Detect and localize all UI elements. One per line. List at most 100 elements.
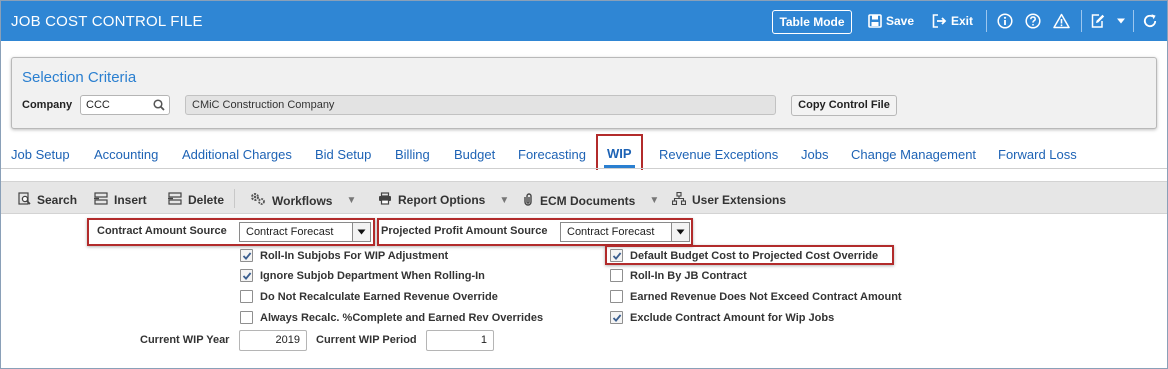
copy-control-file-button[interactable]: Copy Control File [791,95,897,116]
company-label: Company [22,99,73,111]
current-wip-year-input[interactable]: 2019 [239,330,307,351]
chevron-down-icon[interactable] [1112,12,1130,30]
edit-page-icon[interactable] [1089,12,1107,30]
chevron-down-icon: ▼ [649,195,660,206]
ecm-documents-menu[interactable]: ECM Documents ▼ [522,192,659,209]
tab-divider [1,168,1167,169]
workflows-menu[interactable]: Workflows ▼ [250,192,356,209]
delete-label: Delete [188,193,225,207]
tab-billing[interactable]: Billing [395,147,430,162]
help-icon[interactable] [1024,12,1042,30]
do-not-recalculate-checkbox[interactable]: Do Not Recalculate Earned Revenue Overri… [240,290,498,303]
contract-amount-source-value: Contract Forecast [246,226,334,238]
current-wip-period-label: Current WIP Period [316,334,417,346]
save-button[interactable]: Save [868,11,914,31]
checkbox-label: Roll-In By JB Contract [630,269,747,282]
checkbox-checked-icon[interactable] [610,249,623,262]
search-button[interactable]: Search [18,192,77,208]
warning-icon[interactable] [1052,12,1070,30]
user-extensions-label: User Extensions [692,193,787,207]
toolbar: Search Insert Delete Workflows ▼ Report … [1,181,1167,214]
app-title: JOB COST CONTROL FILE [11,13,203,30]
search-icon[interactable] [153,99,165,117]
checkbox-label: Roll-In Subjobs For WIP Adjustment [260,249,449,262]
checkbox-unchecked-icon[interactable] [610,269,623,282]
save-label: Save [886,14,915,28]
tab-wip[interactable]: WIP [596,134,643,170]
checkbox-checked-icon[interactable] [610,311,623,324]
selection-criteria-title: Selection Criteria [22,69,137,86]
save-icon [868,14,882,28]
tab-bid-setup[interactable]: Bid Setup [315,147,371,162]
user-extensions-button[interactable]: User Extensions [671,191,787,208]
toolbar-divider [234,189,235,208]
checkbox-unchecked-icon[interactable] [610,290,623,303]
earned-revenue-not-exceed-checkbox[interactable]: Earned Revenue Does Not Exceed Contract … [610,290,902,303]
checkbox-label: Always Recalc. %Complete and Earned Rev … [260,311,544,324]
checkbox-unchecked-icon[interactable] [240,290,253,303]
always-recalc-checkbox[interactable]: Always Recalc. %Complete and Earned Rev … [240,311,543,324]
report-options-label: Report Options [398,193,486,207]
roll-in-by-jb-contract-checkbox[interactable]: Roll-In By JB Contract [610,269,747,282]
info-icon[interactable] [996,12,1014,30]
printer-icon [378,192,392,208]
checkbox-label: Ignore Subjob Department When Rolling-In [260,269,485,282]
dropdown-arrow-icon[interactable] [671,223,689,241]
report-options-menu[interactable]: Report Options ▼ [378,192,509,208]
current-wip-year-label: Current WIP Year [140,334,230,346]
chevron-down-icon: ▼ [346,195,357,206]
insert-row-icon [94,192,108,208]
checkbox-label: Earned Revenue Does Not Exceed Contract … [630,290,902,303]
insert-label: Insert [114,193,147,207]
chevron-down-icon: ▼ [499,194,510,206]
exit-button[interactable]: Exit [932,11,973,31]
selection-criteria-panel: Selection Criteria Company CCC CMiC Cons… [11,57,1157,129]
exclude-contract-amount-checkbox[interactable]: Exclude Contract Amount for Wip Jobs [610,311,834,324]
header-divider [986,10,987,32]
tab-wip-label: WIP [604,146,635,168]
tab-additional-charges[interactable]: Additional Charges [182,147,292,162]
contract-amount-source-select[interactable]: Contract Forecast [239,222,371,242]
company-field[interactable]: CCC [80,95,170,115]
checkbox-checked-icon[interactable] [240,249,253,262]
roll-in-subjobs-checkbox[interactable]: Roll-In Subjobs For WIP Adjustment [240,249,448,262]
tab-budget[interactable]: Budget [454,147,495,162]
search-icon [18,192,31,208]
company-name-field: CMiC Construction Company [185,95,776,115]
exit-label: Exit [951,14,974,28]
search-label: Search [37,193,78,207]
workflows-label: Workflows [272,193,333,208]
checkbox-label: Do Not Recalculate Earned Revenue Overri… [260,290,498,303]
ecm-documents-label: ECM Documents [540,193,636,208]
checkbox-label: Exclude Contract Amount for Wip Jobs [630,311,835,324]
projected-profit-source-value: Contract Forecast [567,226,655,238]
tab-jobs[interactable]: Jobs [801,147,828,162]
tab-change-management[interactable]: Change Management [851,147,976,162]
checkbox-label: Default Budget Cost to Projected Cost Ov… [630,249,879,262]
tab-accounting[interactable]: Accounting [94,147,158,162]
contract-amount-source-label: Contract Amount Source [97,225,227,237]
ecm-documents-icon [522,192,534,209]
current-wip-period-input[interactable]: 1 [426,330,494,351]
projected-profit-source-label: Projected Profit Amount Source [381,225,548,237]
default-budget-cost-checkbox[interactable]: Default Budget Cost to Projected Cost Ov… [610,249,878,262]
company-value: CCC [86,99,110,111]
tab-forecasting[interactable]: Forecasting [518,147,586,162]
tab-forward-loss[interactable]: Forward Loss [998,147,1077,162]
header-divider-2 [1081,10,1082,32]
insert-button[interactable]: Insert [94,192,147,208]
projected-profit-source-select[interactable]: Contract Forecast [560,222,690,242]
delete-button[interactable]: Delete [168,192,224,208]
refresh-icon[interactable] [1141,12,1159,30]
checkbox-checked-icon[interactable] [240,269,253,282]
exit-icon [932,14,947,28]
hierarchy-icon [671,191,687,208]
header-divider-3 [1133,10,1134,32]
checkbox-unchecked-icon[interactable] [240,311,253,324]
delete-row-icon [168,192,182,208]
ignore-subjob-department-checkbox[interactable]: Ignore Subjob Department When Rolling-In [240,269,485,282]
tab-job-setup[interactable]: Job Setup [11,147,70,162]
table-mode-button[interactable]: Table Mode [772,10,852,34]
dropdown-arrow-icon[interactable] [352,223,370,241]
tab-revenue-exceptions[interactable]: Revenue Exceptions [659,147,778,162]
